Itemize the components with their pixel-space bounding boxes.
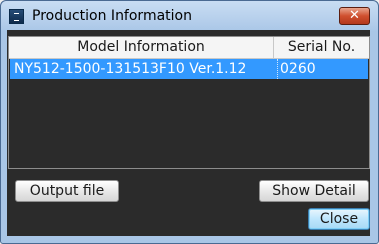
serial-number-cell: 0260 [277, 59, 368, 79]
close-window-button[interactable]: ✕ [339, 7, 370, 25]
column-header-model-information[interactable]: Model Information [9, 37, 274, 58]
title-bar[interactable]: Production Information ✕ [1, 1, 378, 31]
table-row[interactable]: NY512-1500-131513F10 Ver.1.12 0260 [10, 59, 368, 79]
list-header: Model Information Serial No. [9, 37, 369, 59]
app-icon [9, 9, 24, 24]
close-button[interactable]: Close [308, 208, 370, 230]
show-detail-button[interactable]: Show Detail [259, 180, 369, 202]
production-info-list[interactable]: Model Information Serial No. NY512-1500-… [8, 36, 370, 169]
model-information-cell: NY512-1500-131513F10 Ver.1.12 [14, 61, 247, 77]
column-header-serial-no[interactable]: Serial No. [274, 37, 369, 58]
output-file-button[interactable]: Output file [15, 180, 119, 202]
window-title: Production Information [32, 8, 192, 24]
